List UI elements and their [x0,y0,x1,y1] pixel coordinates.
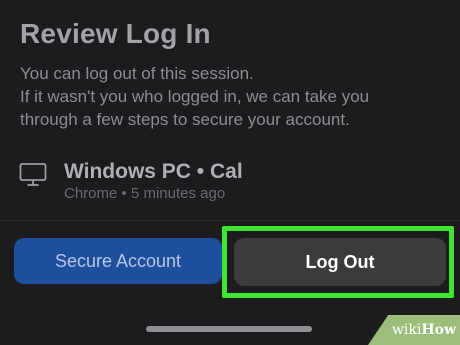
description-line: You can log out of this session. [20,64,254,83]
home-indicator [146,326,312,332]
divider [0,220,460,221]
monitor-icon [19,163,47,186]
watermark-how: How [421,322,456,338]
log-out-button[interactable]: Log Out [234,238,446,286]
description-line: If it wasn't you who logged in, we can t… [20,87,370,106]
review-description: You can log out of this session. If it w… [20,62,450,131]
page-title: Review Log In [20,18,211,49]
device-name: Windows PC • Cal [64,160,243,183]
description-line: through a few steps to secure your accou… [20,110,350,129]
watermark-wiki: wiki [391,322,422,338]
session-meta: Chrome • 5 minutes ago [64,185,226,202]
review-login-screen: Review Log In You can log out of this se… [0,0,460,345]
secure-account-button[interactable]: Secure Account [14,238,222,284]
wikihow-watermark: wiki How [368,315,460,345]
